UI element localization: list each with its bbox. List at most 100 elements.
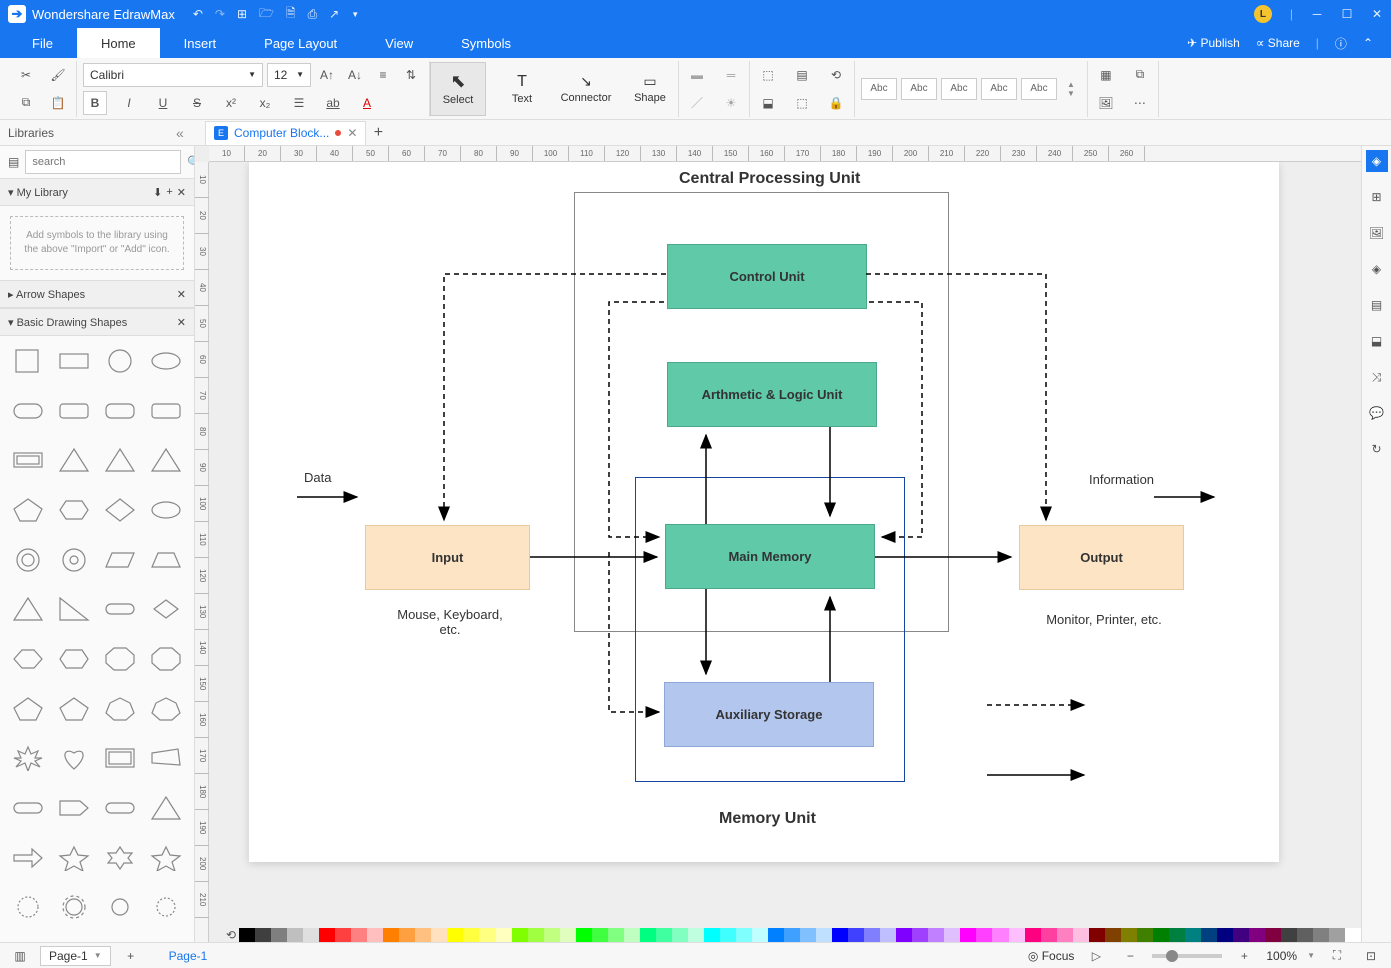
color-swatch[interactable]	[496, 928, 512, 942]
shuffle-panel-button[interactable]: ⤨	[1366, 366, 1388, 388]
new-button[interactable]: ⊞	[237, 7, 247, 21]
page[interactable]: Central Processing Unit Control Unit Art…	[249, 162, 1279, 862]
color-swatch[interactable]	[848, 928, 864, 942]
tab-file[interactable]: File	[8, 28, 77, 58]
shape-roundrect2[interactable]	[52, 392, 96, 430]
output-block[interactable]: Output	[1019, 525, 1184, 590]
shape-oval[interactable]	[144, 491, 188, 529]
aux-storage-block[interactable]: Auxiliary Storage	[664, 682, 874, 747]
color-swatch[interactable]	[752, 928, 768, 942]
alu-block[interactable]: Arthmetic & Logic Unit	[667, 362, 877, 427]
shape-hex3[interactable]	[52, 640, 96, 678]
lock-button[interactable]: 🔒	[824, 91, 848, 115]
info-label[interactable]: Information	[1089, 472, 1154, 487]
color-swatch[interactable]	[992, 928, 1008, 942]
color-swatch[interactable]	[335, 928, 351, 942]
import-icon[interactable]: ⬇	[153, 186, 162, 199]
zoom-out-button[interactable]: −	[1118, 944, 1142, 968]
color-swatch[interactable]	[832, 928, 848, 942]
open-button[interactable]: 🗁	[259, 4, 274, 25]
shape-triangle2[interactable]	[98, 441, 142, 479]
shape-star-thin[interactable]	[144, 839, 188, 877]
undo-button[interactable]: ↶	[193, 7, 203, 21]
color-swatch[interactable]	[784, 928, 800, 942]
color-swatch[interactable]	[287, 928, 303, 942]
close-button[interactable]: ✕	[1371, 7, 1383, 21]
color-swatch[interactable]	[1025, 928, 1041, 942]
shape-oct2[interactable]	[144, 640, 188, 678]
image-panel-button[interactable]: 🖼	[1366, 222, 1388, 244]
shape-arrow-right[interactable]	[6, 839, 50, 877]
close-doc-button[interactable]: ✕	[347, 126, 357, 140]
shape-gear[interactable]	[52, 888, 96, 926]
outline-panel-button[interactable]: ▤	[1366, 294, 1388, 316]
comment-panel-button[interactable]: 💬	[1366, 402, 1388, 424]
shape-hept[interactable]	[98, 690, 142, 728]
input-sub-label[interactable]: Mouse, Keyboard, etc.	[385, 607, 515, 637]
color-swatch[interactable]	[1089, 928, 1105, 942]
style-preset-3[interactable]: Abc	[941, 78, 977, 100]
italic-button[interactable]: I	[117, 91, 141, 115]
color-swatch[interactable]	[608, 928, 624, 942]
shape-oct[interactable]	[98, 640, 142, 678]
shape-tool[interactable]: ▭Shape	[622, 62, 678, 116]
color-swatch[interactable]	[319, 928, 335, 942]
export-button[interactable]: ↗	[329, 7, 339, 21]
color-swatch[interactable]	[1281, 928, 1297, 942]
subscript-button[interactable]: x₂	[253, 91, 277, 115]
color-swatch[interactable]	[351, 928, 367, 942]
color-swatch[interactable]	[640, 928, 656, 942]
paste-button[interactable]: 📋	[46, 91, 70, 115]
text-tool[interactable]: TText	[494, 62, 550, 116]
tab-page-layout[interactable]: Page Layout	[240, 28, 361, 58]
maximize-button[interactable]: ☐	[1341, 7, 1353, 21]
style-preset-2[interactable]: Abc	[901, 78, 937, 100]
font-size-combo[interactable]: 12▼	[267, 63, 311, 87]
color-swatch[interactable]	[624, 928, 640, 942]
shape-parallelogram[interactable]	[98, 541, 142, 579]
shape-gear2[interactable]	[98, 888, 142, 926]
shape-diamond[interactable]	[98, 491, 142, 529]
tab-view[interactable]: View	[361, 28, 437, 58]
memory-unit-label[interactable]: Memory Unit	[719, 810, 816, 828]
align-button[interactable]: ▤	[790, 63, 814, 87]
canvas[interactable]: Central Processing Unit Control Unit Art…	[209, 162, 1361, 942]
color-swatch[interactable]	[512, 928, 528, 942]
shape-trapezoid[interactable]	[144, 541, 188, 579]
grid-panel-button[interactable]: ⊞	[1366, 186, 1388, 208]
color-swatch[interactable]	[415, 928, 431, 942]
user-avatar[interactable]: L	[1254, 5, 1272, 23]
color-swatch[interactable]	[560, 928, 576, 942]
color-swatch[interactable]	[303, 928, 319, 942]
color-swatch[interactable]	[672, 928, 688, 942]
shape-triangle-up[interactable]	[6, 590, 50, 628]
color-swatch[interactable]	[239, 928, 255, 942]
save-button[interactable]: 🗎	[286, 4, 296, 25]
layers-panel-button[interactable]: ◈	[1366, 258, 1388, 280]
color-swatch[interactable]	[592, 928, 608, 942]
color-swatch[interactable]	[944, 928, 960, 942]
arrow-shapes-header[interactable]: ▸ Arrow Shapes ✕	[0, 280, 194, 308]
zoom-in-button[interactable]: +	[1232, 944, 1256, 968]
layout-button[interactable]: ▦	[1094, 63, 1118, 87]
color-swatch[interactable]	[576, 928, 592, 942]
print-button[interactable]: ⎙	[308, 7, 318, 22]
shape-square[interactable]	[6, 342, 50, 380]
color-swatch[interactable]	[463, 928, 479, 942]
color-swatch[interactable]	[528, 928, 544, 942]
shape-pent3[interactable]	[52, 690, 96, 728]
color-bar[interactable]: ⟲	[223, 928, 1361, 942]
color-swatch[interactable]	[864, 928, 880, 942]
shape-rect[interactable]	[52, 342, 96, 380]
share-button[interactable]: ∝ Share	[1256, 36, 1300, 50]
font-combo[interactable]: Calibri▼	[83, 63, 263, 87]
color-swatch[interactable]	[383, 928, 399, 942]
shape-terminator[interactable]	[98, 789, 142, 827]
shape-frame[interactable]	[6, 441, 50, 479]
strike-button[interactable]: S	[185, 91, 209, 115]
redo-button[interactable]: ↷	[215, 7, 225, 21]
color-swatch[interactable]	[960, 928, 976, 942]
shape-star6[interactable]	[98, 839, 142, 877]
help-button[interactable]: ⓘ	[1335, 35, 1347, 52]
style-preset-1[interactable]: Abc	[861, 78, 897, 100]
